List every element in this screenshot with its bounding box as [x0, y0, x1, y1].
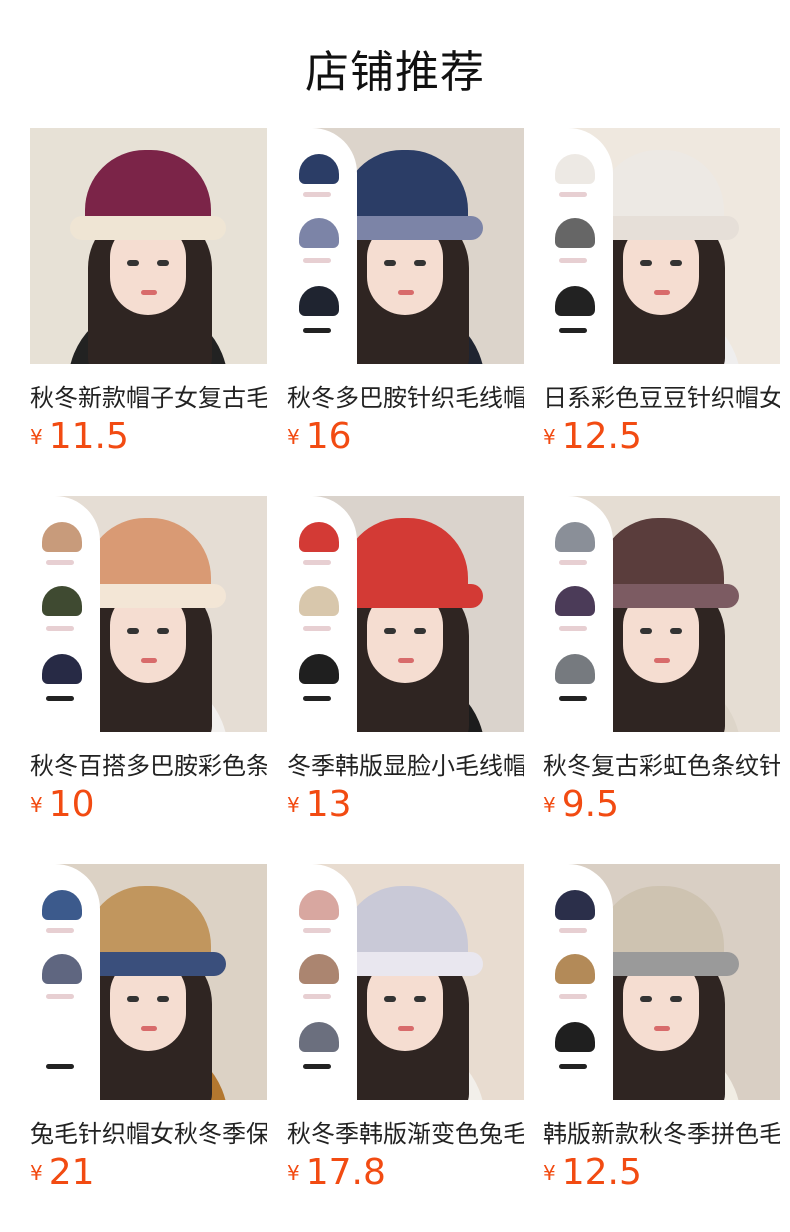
price-value: 21: [48, 1152, 95, 1193]
currency-symbol: ¥: [543, 425, 556, 449]
product-name[interactable]: 秋冬复古彩虹色条纹针织帽: [543, 746, 780, 778]
page: 店铺推荐 秋冬新款帽子女复古毛线帽 ¥11.5: [0, 0, 790, 1232]
product-name[interactable]: 兔毛针织帽女秋冬季保暖: [30, 1114, 267, 1146]
product-card[interactable]: 秋冬季韩版渐变色兔毛帽 ¥17.8: [287, 864, 524, 1193]
currency-symbol: ¥: [287, 793, 300, 817]
product-price: ¥13: [287, 784, 352, 830]
product-name[interactable]: 秋冬季韩版渐变色兔毛帽: [287, 1114, 524, 1146]
thumbnail-strip: [543, 128, 613, 364]
price-value: 17.8: [305, 1152, 386, 1193]
product-price: ¥12.5: [543, 1152, 642, 1198]
product-card[interactable]: 韩版新款秋冬季拼色毛线帽 ¥12.5: [543, 864, 780, 1193]
product-card[interactable]: 秋冬新款帽子女复古毛线帽 ¥11.5: [30, 128, 267, 457]
price-value: 16: [305, 416, 352, 457]
product-card[interactable]: 秋冬多巴胺针织毛线帽女 ¥16: [287, 128, 524, 457]
thumbnail-strip: [287, 496, 357, 732]
currency-symbol: ¥: [30, 425, 43, 449]
thumbnail-strip: [287, 128, 357, 364]
price-value: 13: [305, 784, 352, 825]
thumbnail-strip: [543, 864, 613, 1100]
price-value: 9.5: [561, 784, 619, 825]
product-name[interactable]: 秋冬百搭多巴胺彩色条纹帽: [30, 746, 267, 778]
product-price: ¥16: [287, 416, 352, 462]
price-value: 12.5: [561, 416, 642, 457]
currency-symbol: ¥: [543, 1161, 556, 1185]
currency-symbol: ¥: [30, 793, 43, 817]
product-image[interactable]: [543, 496, 780, 732]
product-price: ¥11.5: [30, 416, 129, 462]
product-image[interactable]: [287, 864, 524, 1100]
product-image[interactable]: [543, 128, 780, 364]
product-price: ¥21: [30, 1152, 95, 1198]
product-card[interactable]: 秋冬百搭多巴胺彩色条纹帽 ¥10: [30, 496, 267, 825]
price-value: 10: [48, 784, 95, 825]
product-name[interactable]: 韩版新款秋冬季拼色毛线帽: [543, 1114, 780, 1146]
product-image[interactable]: [30, 496, 267, 732]
product-price: ¥12.5: [543, 416, 642, 462]
page-title: 店铺推荐: [305, 47, 485, 98]
product-price: ¥10: [30, 784, 95, 830]
thumbnail-strip: [30, 496, 100, 732]
product-card[interactable]: 日系彩色豆豆针织帽女 ¥12.5: [543, 128, 780, 457]
product-name[interactable]: 日系彩色豆豆针织帽女: [543, 378, 780, 410]
product-card[interactable]: 冬季韩版显脸小毛线帽女 ¥13: [287, 496, 524, 825]
product-price: ¥9.5: [543, 784, 619, 830]
thumbnail-strip: [543, 496, 613, 732]
price-value: 11.5: [48, 416, 129, 457]
product-image[interactable]: [30, 128, 267, 364]
product-image[interactable]: [30, 864, 267, 1100]
thumbnail-strip: [287, 864, 357, 1100]
product-name[interactable]: 冬季韩版显脸小毛线帽女: [287, 746, 524, 778]
currency-symbol: ¥: [543, 793, 556, 817]
product-price: ¥17.8: [287, 1152, 386, 1198]
thumbnail-strip: [30, 864, 100, 1100]
product-card[interactable]: 秋冬复古彩虹色条纹针织帽 ¥9.5: [543, 496, 780, 825]
product-card[interactable]: 兔毛针织帽女秋冬季保暖 ¥21: [30, 864, 267, 1193]
product-image[interactable]: [543, 864, 780, 1100]
currency-symbol: ¥: [287, 1161, 300, 1185]
price-value: 12.5: [561, 1152, 642, 1193]
currency-symbol: ¥: [30, 1161, 43, 1185]
product-name[interactable]: 秋冬新款帽子女复古毛线帽: [30, 378, 267, 410]
product-image[interactable]: [287, 496, 524, 732]
currency-symbol: ¥: [287, 425, 300, 449]
product-image[interactable]: [287, 128, 524, 364]
product-name[interactable]: 秋冬多巴胺针织毛线帽女: [287, 378, 524, 410]
